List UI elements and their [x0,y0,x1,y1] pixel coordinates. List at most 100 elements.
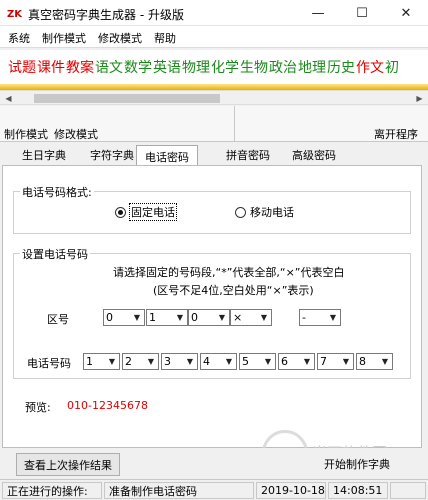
chevron-down-icon[interactable]: ▼ [339,357,353,366]
combo-value: 2 [125,355,132,368]
chevron-down-icon[interactable]: ▼ [105,357,119,366]
phone-number-legend: 设置电话号码 [20,246,90,262]
combo-value: 8 [359,355,366,368]
tab-birthday-dict[interactable]: 生日字典 [22,147,66,163]
ad-subject-link[interactable]: 试题 [8,57,36,77]
menu-help[interactable]: 帮助 [154,30,176,46]
combo-value: 1 [149,311,156,324]
combo-value: 0 [106,311,113,324]
start-make-dict-button[interactable]: 开始制作字典 [324,456,390,472]
scroll-left-icon[interactable]: ◀ [1,92,16,105]
phone-format-group: 电话号码格式: [13,184,411,234]
chevron-down-icon[interactable]: ▼ [130,313,144,322]
chevron-down-icon[interactable]: ▼ [144,357,158,366]
phone-digit-6[interactable]: 6 ▼ [278,353,315,370]
title-bar: ZK 真空密码字典生成器 - 升级版 — ☐ ✕ [0,0,428,26]
window-title: 真空密码字典生成器 - 升级版 [28,8,184,22]
phone-digit-4[interactable]: 4 ▼ [200,353,237,370]
ad-subject-link[interactable]: 英语 [153,57,181,77]
combo-value: 3 [164,355,171,368]
area-code-digit-1[interactable]: 0 ▼ [103,309,145,326]
chevron-down-icon[interactable]: ▼ [222,357,236,366]
area-code-digit-3[interactable]: 0 ▼ [188,309,230,326]
menu-system[interactable]: 系统 [8,30,30,46]
scroll-thumb[interactable] [34,94,220,103]
phone-digit-5[interactable]: 5 ▼ [239,353,276,370]
ad-subject-link[interactable]: 数学 [124,57,152,77]
tab-character-dict[interactable]: 字符字典 [90,147,134,163]
combo-value: × [233,311,243,324]
phone-format-legend: 电话号码格式: [20,184,94,200]
phone-digit-1[interactable]: 1 ▼ [83,353,120,370]
tab-advanced-password[interactable]: 高级密码 [292,147,336,163]
tab-pinyin-password[interactable]: 拼音密码 [226,147,270,163]
radio-mobile[interactable]: 移动电话 [235,204,294,220]
chevron-down-icon[interactable]: ▼ [215,313,229,322]
tab-strip: 生日字典 字符字典 电话密码 拼音密码 高级密码 [0,143,428,166]
ad-subject-link[interactable]: 化学 [211,57,239,77]
radio-landline[interactable]: 固定电话 [115,203,177,221]
close-button[interactable]: ✕ [384,0,428,26]
combo-value: 6 [281,355,288,368]
preview-value: 010-12345678 [67,399,148,412]
exit-program-button[interactable]: 离开程序 [374,126,418,142]
status-label: 正在进行的操作: [2,482,102,499]
ad-subject-link[interactable]: 教案 [66,57,94,77]
ad-subject-link[interactable]: 作文 [356,57,384,77]
tab-content-phone: 电话号码格式: 固定电话 移动电话 设置电话号码 请选择固定的号码段,“*”代表… [2,165,422,448]
area-code-digit-4[interactable]: × ▼ [230,309,272,326]
ad-subject-link[interactable]: 地理 [298,57,326,77]
combo-value: 1 [86,355,93,368]
radio-mobile-circle[interactable] [235,206,246,218]
ad-subject-link[interactable]: 初 [385,57,399,77]
combo-value: 5 [242,355,249,368]
menu-make-mode[interactable]: 制作模式 [42,30,86,46]
tool-strip: 制作模式 修改模式 离开程序 [0,106,428,142]
phone-digit-2[interactable]: 2 ▼ [122,353,159,370]
combo-value: 7 [320,355,327,368]
chevron-down-icon[interactable]: ▼ [378,357,392,366]
app-logo-icon: ZK [6,6,22,20]
ad-subject-link[interactable]: 语文 [95,57,123,77]
phone-digit-3[interactable]: 3 ▼ [161,353,198,370]
combo-value: - [302,311,306,324]
bottom-button-bar: 查看上次操作结果 开始制作字典 [2,448,422,478]
ad-subject-link[interactable]: 物理 [182,57,210,77]
chevron-down-icon[interactable]: ▼ [173,313,187,322]
combo-value: 4 [203,355,210,368]
instruction-line-2: (区号不足4位,空白处用“×”表示) [153,284,314,297]
scroll-right-icon[interactable]: ▶ [412,92,427,105]
maximize-button[interactable]: ☐ [340,0,384,26]
chevron-down-icon[interactable]: ▼ [326,313,340,322]
radio-landline-circle[interactable] [115,206,126,218]
radio-landline-label: 固定电话 [129,203,177,221]
area-code-digit-2[interactable]: 1 ▼ [146,309,188,326]
svg-text:ZK: ZK [7,9,22,20]
minimize-button[interactable]: — [296,0,340,26]
status-time: 14:08:51 [328,482,388,499]
chevron-down-icon[interactable]: ▼ [300,357,314,366]
menu-modify-mode[interactable]: 修改模式 [98,30,142,46]
instruction-line-1: 请选择固定的号码段,“*”代表全部,“×”代表空白 [113,266,345,279]
horizontal-scrollbar[interactable]: ◀ ▶ [0,90,428,105]
view-last-result-button[interactable]: 查看上次操作结果 [16,453,120,476]
ad-subject-link[interactable]: 政治 [269,57,297,77]
menu-bar: 系统 制作模式 修改模式 帮助 [0,26,428,48]
phone-number-label: 电话号码 [27,357,71,370]
separator-select[interactable]: - ▼ [299,309,341,326]
ad-banner[interactable]: 试题 课件 教案 语文 数学 英语 物理 化学 生物 政治 地理 历史 作文初 [0,50,428,90]
preview-label: 预览: [25,401,51,414]
ad-subject-link[interactable]: 历史 [327,57,355,77]
chevron-down-icon[interactable]: ▼ [257,313,271,322]
phone-digit-7[interactable]: 7 ▼ [317,353,354,370]
ad-subject-link[interactable]: 生物 [240,57,268,77]
phone-digit-8[interactable]: 8 ▼ [356,353,393,370]
status-date: 2019-10-18 [256,482,326,499]
chevron-down-icon[interactable]: ▼ [183,357,197,366]
chevron-down-icon[interactable]: ▼ [261,357,275,366]
make-mode-button[interactable]: 制作模式 [4,126,48,142]
tab-phone-password[interactable]: 电话密码 [136,145,198,166]
status-message: 准备制作电话密码 [104,482,254,499]
ad-subject-link[interactable]: 课件 [37,57,65,77]
modify-mode-button[interactable]: 修改模式 [54,126,98,142]
